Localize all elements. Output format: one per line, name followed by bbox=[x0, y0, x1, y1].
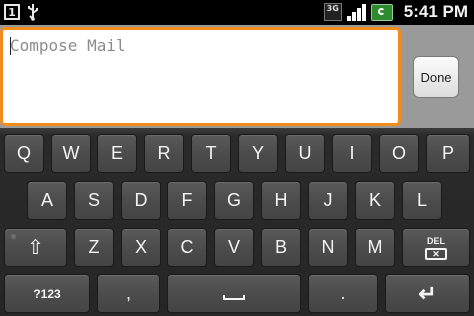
key-t[interactable]: T bbox=[191, 134, 231, 173]
signal-strength-icon bbox=[346, 3, 366, 21]
key-u[interactable]: U bbox=[285, 134, 325, 173]
key-n[interactable]: N bbox=[308, 228, 348, 267]
key-z[interactable]: Z bbox=[74, 228, 114, 267]
key-y[interactable]: Y bbox=[238, 134, 278, 173]
key-g[interactable]: G bbox=[214, 181, 254, 220]
soft-keyboard: Q W E R T Y U I O P A S D F G H J K L ⇧ … bbox=[0, 128, 474, 316]
key-k[interactable]: K bbox=[355, 181, 395, 220]
space-icon bbox=[223, 295, 245, 300]
done-button[interactable]: Done bbox=[413, 56, 459, 98]
status-bar: 1 3G 5:41 PM bbox=[0, 0, 474, 25]
backspace-icon: ✕ bbox=[425, 247, 447, 260]
enter-key[interactable]: ↵ bbox=[385, 274, 470, 313]
shift-indicator bbox=[11, 234, 16, 239]
delete-key[interactable]: DEL ✕ bbox=[402, 228, 470, 267]
key-v[interactable]: V bbox=[214, 228, 254, 267]
key-d[interactable]: D bbox=[121, 181, 161, 220]
usb-icon bbox=[28, 4, 38, 21]
battery-charging-icon bbox=[370, 3, 393, 21]
period-key[interactable]: . bbox=[308, 274, 378, 313]
key-w[interactable]: W bbox=[51, 134, 91, 173]
delete-label: DEL bbox=[427, 235, 445, 246]
clock: 5:41 PM bbox=[403, 2, 468, 21]
comma-key[interactable]: , bbox=[97, 274, 160, 313]
key-q[interactable]: Q bbox=[4, 134, 44, 173]
space-key[interactable] bbox=[167, 274, 301, 313]
key-r[interactable]: R bbox=[144, 134, 184, 173]
key-a[interactable]: A bbox=[27, 181, 67, 220]
shift-key[interactable]: ⇧ bbox=[4, 228, 67, 267]
key-l[interactable]: L bbox=[402, 181, 442, 220]
key-o[interactable]: O bbox=[379, 134, 419, 173]
key-j[interactable]: J bbox=[308, 181, 348, 220]
key-h[interactable]: H bbox=[261, 181, 301, 220]
key-x[interactable]: X bbox=[121, 228, 161, 267]
key-b[interactable]: B bbox=[261, 228, 301, 267]
compose-mail-input[interactable] bbox=[10, 36, 390, 55]
shift-arrow-icon: ⇧ bbox=[27, 237, 44, 259]
enter-arrow-icon: ↵ bbox=[418, 280, 437, 306]
network-3g-icon: 3G bbox=[323, 3, 342, 21]
key-p[interactable]: P bbox=[426, 134, 470, 173]
key-c[interactable]: C bbox=[167, 228, 207, 267]
symbols-key[interactable]: ?123 bbox=[4, 274, 90, 313]
notification-count-icon[interactable]: 1 bbox=[4, 4, 20, 20]
key-s[interactable]: S bbox=[74, 181, 114, 220]
compose-mail-field[interactable] bbox=[0, 27, 401, 126]
compose-area: Done bbox=[0, 25, 474, 128]
key-i[interactable]: I bbox=[332, 134, 372, 173]
key-e[interactable]: E bbox=[97, 134, 137, 173]
key-m[interactable]: M bbox=[355, 228, 395, 267]
key-f[interactable]: F bbox=[167, 181, 207, 220]
